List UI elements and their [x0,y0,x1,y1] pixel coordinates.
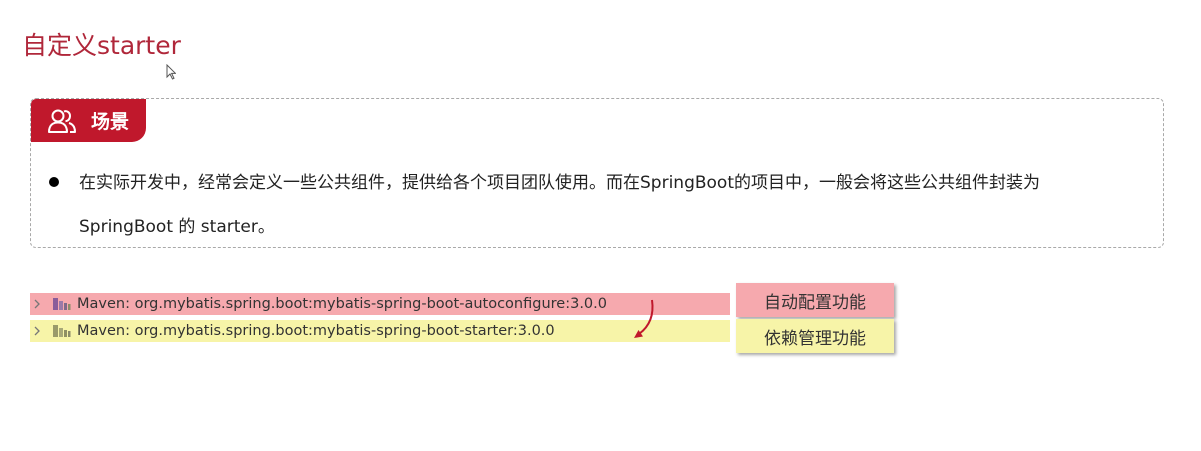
dependency-label: Maven: org.mybatis.spring.boot:mybatis-s… [77,323,555,339]
dependency-management-callout: 依赖管理功能 [736,319,894,353]
users-icon [48,109,76,133]
dependency-row-starter[interactable]: Maven: org.mybatis.spring.boot:mybatis-s… [30,320,730,342]
dependency-row-autoconfigure[interactable]: Maven: org.mybatis.spring.boot:mybatis-s… [30,293,730,315]
mouse-cursor-icon [166,64,176,80]
curved-arrow-icon [634,299,654,338]
page-title: 自定义starter [22,31,181,60]
library-icon [53,298,71,310]
scene-tab: 场景 [31,99,146,142]
scene-description-line-2: SpringBoot 的 starter。 [79,217,275,237]
bullet-dot [49,177,59,187]
chevron-right-icon[interactable] [32,298,42,310]
autoconfigure-callout: 自动配置功能 [736,283,894,317]
dependency-label: Maven: org.mybatis.spring.boot:mybatis-s… [77,296,607,312]
chevron-right-icon[interactable] [32,325,42,337]
scene-tab-label: 场景 [91,111,130,133]
library-icon [53,325,71,337]
scene-description-line-1: 在实际开发中，经常会定义一些公共组件，提供给各个项目团队使用。而在SpringB… [79,173,1040,193]
